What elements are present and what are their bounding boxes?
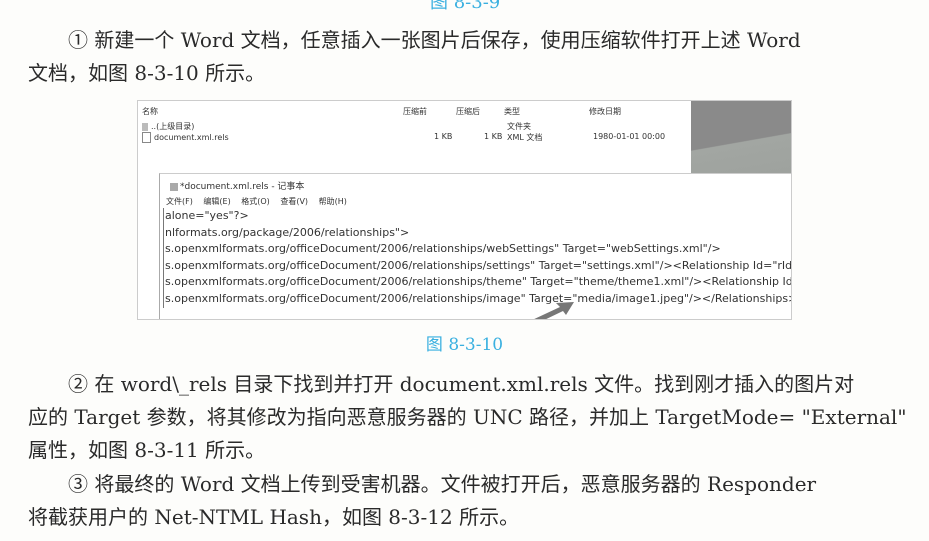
paragraph-line: 文档，如图 8-3-10 所示。	[28, 61, 266, 85]
notepad-title-bar: *document.xml.rels - 记事本	[170, 179, 304, 192]
file-date: 1980-01-01 00:00	[593, 132, 666, 141]
paragraph-line: 属性，如图 8-3-11 所示。	[28, 438, 266, 462]
column-name[interactable]: 名称	[142, 106, 158, 117]
notepad-text-area[interactable]: alone="yes"?> nlformats.org/package/2006/…	[163, 208, 792, 308]
folder-icon	[142, 122, 148, 131]
paragraph-line: ③ 将最终的 Word 文档上传到受害机器。文件被打开后，恶意服务器的 Resp…	[68, 472, 817, 496]
notepad-window: *document.xml.rels - 记事本 文件(F) 编辑(E) 格式(…	[159, 173, 792, 319]
text-line: nlformats.org/package/2006/relationships…	[165, 225, 410, 239]
column-after[interactable]: 压缩后	[456, 106, 480, 117]
figure-caption: 图 8-3-10	[425, 335, 504, 355]
window-title: *document.xml.rels - 记事本	[180, 182, 305, 192]
text-line: s.openxmlformats.org/officeDocument/2006…	[165, 242, 721, 256]
file-icon	[142, 132, 151, 143]
file-size-before: 1 KB	[434, 132, 453, 141]
column-before[interactable]: 压缩前	[403, 106, 427, 117]
paragraph-line: ② 在 word\_rels 目录下找到并打开 document.xml.rel…	[68, 372, 855, 396]
menu-file[interactable]: 文件(F)	[166, 197, 193, 206]
menu-bar: 文件(F) 编辑(E) 格式(O) 查看(V) 帮助(H)	[166, 196, 355, 207]
previous-figure-caption: 图 8-3-9	[430, 0, 501, 13]
screenshot-figure: 名称 压缩前 压缩后 类型 修改日期 ..(上级目录) 文件夹 document…	[137, 100, 792, 320]
menu-view[interactable]: 查看(V)	[280, 197, 308, 206]
desktop-background	[691, 101, 791, 173]
file-size-after: 1 KB	[484, 132, 503, 141]
menu-edit[interactable]: 编辑(E)	[203, 197, 230, 206]
text-line: s.openxmlformats.org/officeDocument/2006…	[165, 258, 792, 272]
text-line: s.openxmlformats.org/officeDocument/2006…	[165, 275, 792, 289]
paragraph-line: 将截获用户的 Net-NTML Hash，如图 8-3-12 所示。	[28, 505, 520, 529]
file-row[interactable]: document.xml.rels 1 KB 1 KB XML 文档 1980-…	[138, 132, 691, 144]
notepad-icon	[170, 182, 178, 191]
text-line: alone="yes"?>	[165, 209, 249, 222]
column-type[interactable]: 类型	[504, 106, 520, 117]
file-name: ..(上级目录)	[151, 122, 195, 131]
file-name: document.xml.rels	[154, 133, 229, 142]
arrow-annotation-icon	[534, 302, 574, 319]
paragraph-line: ① 新建一个 Word 文档，任意插入一张图片后保存，使用压缩软件打开上述 Wo…	[68, 28, 801, 52]
explorer-header: 名称 压缩前 压缩后 类型 修改日期	[138, 106, 691, 118]
menu-help[interactable]: 帮助(H)	[319, 197, 347, 206]
column-date[interactable]: 修改日期	[589, 106, 621, 117]
paragraph-line: 应的 Target 参数，将其修改为指向恶意服务器的 UNC 路径，并加上 Ta…	[28, 405, 907, 429]
file-type: 文件夹	[507, 122, 531, 131]
paragraph-2: ② 在 word\_rels 目录下找到并打开 document.xml.rel…	[28, 368, 908, 467]
file-type: XML 文档	[507, 133, 543, 142]
text-line: s.openxmlformats.org/officeDocument/2006…	[165, 291, 792, 305]
menu-format[interactable]: 格式(O)	[241, 197, 270, 206]
paragraph-1: ① 新建一个 Word 文档，任意插入一张图片后保存，使用压缩软件打开上述 Wo…	[28, 24, 908, 90]
paragraph-3: ③ 将最终的 Word 文档上传到受害机器。文件被打开后，恶意服务器的 Resp…	[28, 468, 908, 534]
